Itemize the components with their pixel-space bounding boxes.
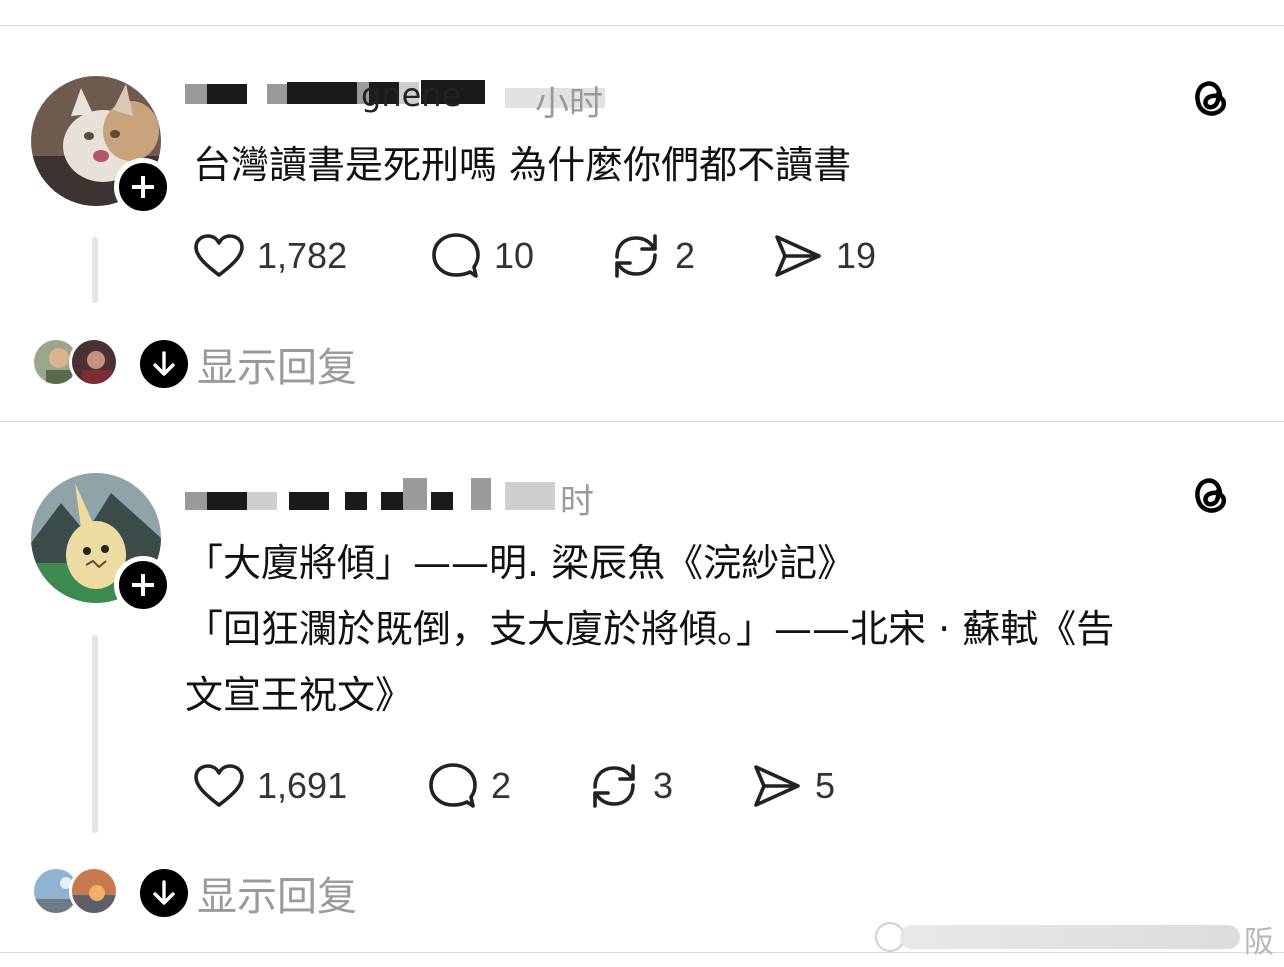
post-time: 时 xyxy=(560,482,594,522)
username-obscured[interactable]: 时 xyxy=(185,474,615,522)
top-divider xyxy=(0,25,1284,26)
follow-button[interactable] xyxy=(114,158,172,216)
like-count: 1,782 xyxy=(257,235,348,276)
heart-icon xyxy=(194,764,244,807)
like-button[interactable]: 1,782 xyxy=(193,231,347,281)
post-text: 「大廈將傾」——明. 梁辰魚《浣紗記》 「回狂瀾於既倒，支大廈於將傾。」——北宋… xyxy=(185,541,1115,717)
comment-icon xyxy=(429,763,477,808)
comment-count: 10 xyxy=(494,235,535,276)
arrow-down-icon xyxy=(153,880,175,905)
repost-icon xyxy=(593,764,635,808)
thread-line xyxy=(92,237,98,303)
repost-count: 2 xyxy=(675,235,696,276)
post-divider xyxy=(0,421,1284,422)
repost-button[interactable]: 3 xyxy=(587,761,673,811)
show-replies-row[interactable]: 显示回复 xyxy=(31,337,431,391)
watermark-text: 阪 xyxy=(1244,925,1274,960)
comment-button[interactable]: 2 xyxy=(427,761,511,811)
reply-avatar xyxy=(69,337,119,387)
repost-count: 3 xyxy=(653,765,674,806)
repost-icon xyxy=(615,234,657,278)
show-replies-button[interactable] xyxy=(137,337,191,391)
plus-icon xyxy=(132,176,154,198)
share-button[interactable]: 19 xyxy=(772,231,876,281)
share-count: 5 xyxy=(815,765,836,806)
show-replies-button[interactable] xyxy=(137,866,191,920)
action-bar: 1,782 10 2 19 xyxy=(193,231,913,281)
post-text: 台灣讀書是死刑嗎 為什麼你們都不讀書 xyxy=(193,143,852,187)
post-time: 小时 xyxy=(535,84,603,124)
share-count: 19 xyxy=(836,235,877,276)
send-icon xyxy=(775,235,821,277)
share-button[interactable]: 5 xyxy=(751,761,835,811)
repost-button[interactable]: 2 xyxy=(609,231,695,281)
comment-button[interactable]: 10 xyxy=(430,231,534,281)
show-replies-label[interactable]: 显示回复 xyxy=(197,864,357,922)
threads-logo-icon[interactable] xyxy=(1186,471,1234,519)
comment-count: 2 xyxy=(491,765,512,806)
plus-icon xyxy=(132,574,154,596)
thread-line xyxy=(92,635,98,833)
show-replies-row[interactable]: 显示回复 xyxy=(31,866,431,920)
username-fragment: gnene xyxy=(361,76,462,114)
follow-button[interactable] xyxy=(114,556,172,614)
arrow-down-icon xyxy=(153,351,175,376)
show-replies-label[interactable]: 显示回复 xyxy=(197,335,357,393)
watermark: 阪 xyxy=(870,915,1284,960)
threads-logo-icon[interactable] xyxy=(1186,74,1234,122)
like-button[interactable]: 1,691 xyxy=(193,761,347,811)
action-bar: 1,691 2 3 5 xyxy=(193,761,913,811)
username-obscured[interactable]: gnene 小时 xyxy=(185,76,615,124)
reply-avatar xyxy=(69,866,119,916)
like-count: 1,691 xyxy=(257,765,348,806)
comment-icon xyxy=(432,233,480,278)
heart-icon xyxy=(194,234,244,277)
send-icon xyxy=(754,765,800,807)
